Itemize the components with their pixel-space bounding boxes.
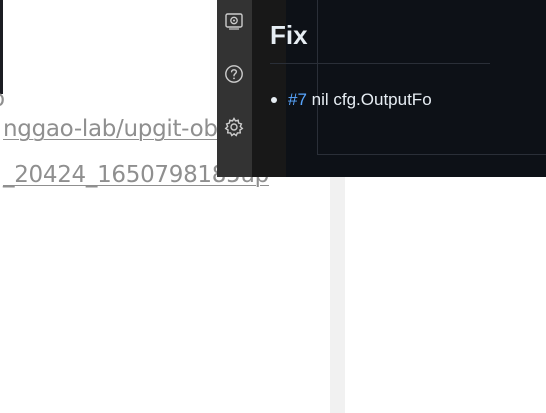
list-bullet (271, 97, 277, 103)
page-side-bar (330, 172, 345, 413)
issue-link[interactable]: #7 (288, 90, 307, 109)
release-notes-panel (317, 0, 546, 155)
settings-gear-icon[interactable] (223, 116, 245, 138)
partial-text-char: o (0, 88, 5, 111)
remote-explorer-icon[interactable] (223, 10, 245, 32)
list-item: #7 nil cfg.OutputFo (288, 91, 432, 108)
dark-window-edge (0, 0, 3, 94)
heading-divider (270, 63, 490, 64)
repo-link[interactable]: nggao-lab/upgit-ob (3, 118, 218, 141)
help-icon[interactable] (223, 63, 245, 85)
editor-overlay-window: Fix #7 nil cfg.OutputFo (217, 0, 546, 177)
list-item-text: nil cfg.OutputFo (306, 90, 432, 109)
activity-bar (217, 0, 252, 177)
release-notes-content (286, 0, 546, 177)
section-heading: Fix (270, 20, 308, 50)
